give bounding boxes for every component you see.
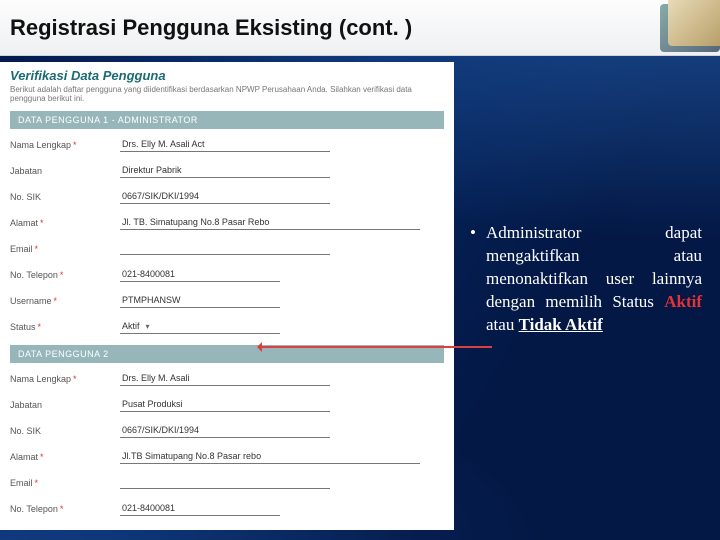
row-jabatan-2: Jabatan Pusat Produksi <box>10 397 444 413</box>
form-screenshot-panel: Verifikasi Data Pengguna Berikut adalah … <box>0 62 454 530</box>
section-bar-user1: DATA PENGGUNA 1 - ADMINISTRATOR <box>10 111 444 129</box>
input-telepon-1[interactable]: 021-8400081 <box>120 268 280 282</box>
input-telepon-2[interactable]: 021-8400081 <box>120 502 280 516</box>
input-alamat-1[interactable]: Jl. TB. Simatupang No.8 Pasar Rebo <box>120 216 420 230</box>
row-email-1: Email* <box>10 241 444 257</box>
callout-aktif: Aktif <box>664 292 702 311</box>
chevron-down-icon: ▾ <box>146 322 150 331</box>
input-sik-1[interactable]: 0667/SIK/DKI/1994 <box>120 190 330 204</box>
row-telepon-1: No. Telepon* 021-8400081 <box>10 267 444 283</box>
row-nama-2: Nama Lengkap* Drs. Elly M. Asali <box>10 371 444 387</box>
label-nama-1: Nama Lengkap* <box>10 140 120 150</box>
input-jabatan-2[interactable]: Pusat Produksi <box>120 398 330 412</box>
input-email-2[interactable] <box>120 477 330 489</box>
slide-header: Registrasi Pengguna Eksisting (cont. ) <box>0 0 720 56</box>
verify-subtext: Berikut adalah daftar pengguna yang diid… <box>10 85 444 103</box>
label-status-1: Status* <box>10 322 120 332</box>
verify-heading: Verifikasi Data Pengguna <box>10 68 444 83</box>
input-username-2[interactable]: PTM4NJW1L2 <box>120 528 280 530</box>
row-sik-2: No. SIK 0667/SIK/DKI/1994 <box>10 423 444 439</box>
callout-note: Administrator dapat mengaktifkan atau me… <box>470 222 702 530</box>
row-nama-1: Nama Lengkap* Drs. Elly M. Asali Act <box>10 137 444 153</box>
input-nama-1[interactable]: Drs. Elly M. Asali Act <box>120 138 330 152</box>
row-jabatan-1: Jabatan Direktur Pabrik <box>10 163 444 179</box>
row-telepon-2: No. Telepon* 021-8400081 <box>10 501 444 517</box>
select-status-1-value: Aktif <box>122 321 140 331</box>
row-username-1: Username* PTMPHANSW <box>10 293 444 309</box>
row-username-2: Username* PTM4NJW1L2 <box>10 527 444 530</box>
row-status-1: Status* Aktif ▾ <box>10 319 444 335</box>
input-username-1[interactable]: PTMPHANSW <box>120 294 280 308</box>
header-cube-decoration <box>580 0 720 56</box>
arrow-annotation <box>260 346 492 348</box>
label-telepon-1: No. Telepon* <box>10 270 120 280</box>
label-jabatan-2: Jabatan <box>10 400 120 410</box>
input-jabatan-1[interactable]: Direktur Pabrik <box>120 164 330 178</box>
input-sik-2[interactable]: 0667/SIK/DKI/1994 <box>120 424 330 438</box>
callout-atau: atau <box>486 315 519 334</box>
label-alamat-2: Alamat* <box>10 452 120 462</box>
row-alamat-2: Alamat* Jl.TB Simatupang No.8 Pasar rebo <box>10 449 444 465</box>
slide-title: Registrasi Pengguna Eksisting (cont. ) <box>10 15 412 41</box>
select-status-1[interactable]: Aktif ▾ <box>120 320 280 334</box>
label-email-1: Email* <box>10 244 120 254</box>
row-email-2: Email* <box>10 475 444 491</box>
label-sik-1: No. SIK <box>10 192 120 202</box>
label-telepon-2: No. Telepon* <box>10 504 120 514</box>
label-jabatan-1: Jabatan <box>10 166 120 176</box>
input-nama-2[interactable]: Drs. Elly M. Asali <box>120 372 330 386</box>
input-email-1[interactable] <box>120 243 330 255</box>
label-email-2: Email* <box>10 478 120 488</box>
row-alamat-1: Alamat* Jl. TB. Simatupang No.8 Pasar Re… <box>10 215 444 231</box>
content-row: Verifikasi Data Pengguna Berikut adalah … <box>0 56 720 530</box>
label-nama-2: Nama Lengkap* <box>10 374 120 384</box>
label-username-1: Username* <box>10 296 120 306</box>
callout-tidak-aktif: Tidak Aktif <box>519 315 603 334</box>
callout-bullet: Administrator dapat mengaktifkan atau me… <box>470 222 702 337</box>
input-alamat-2[interactable]: Jl.TB Simatupang No.8 Pasar rebo <box>120 450 420 464</box>
label-sik-2: No. SIK <box>10 426 120 436</box>
row-sik-1: No. SIK 0667/SIK/DKI/1994 <box>10 189 444 205</box>
label-alamat-1: Alamat* <box>10 218 120 228</box>
